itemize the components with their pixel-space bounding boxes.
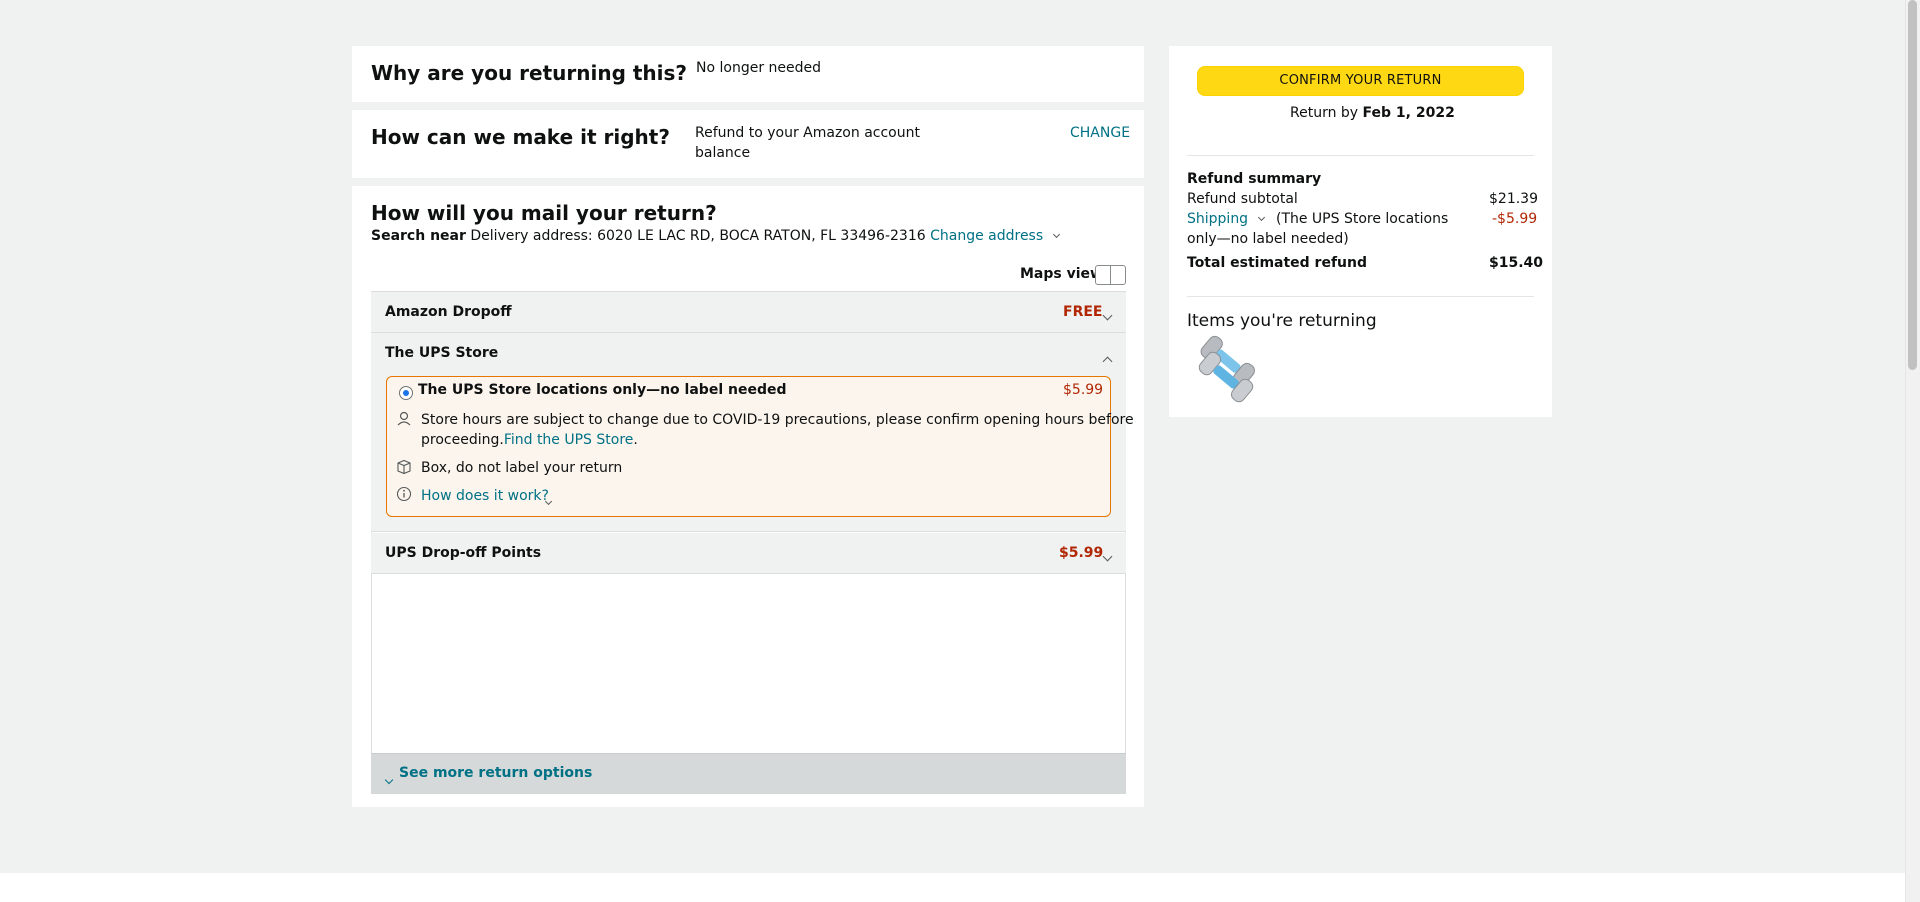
option-amazon-dropoff[interactable]: Amazon Dropoff FREE: [371, 292, 1126, 333]
search-near-label: Search near: [371, 228, 466, 244]
shipping-link[interactable]: Shipping: [1187, 211, 1248, 227]
person-pin-icon: [397, 411, 411, 426]
how-does-it-work-link[interactable]: How does it work?: [421, 488, 549, 504]
box-icon: [397, 459, 411, 475]
return-by-row: Return by Feb 1, 2022: [1290, 105, 1455, 121]
chevron-down-icon: [384, 768, 394, 787]
delivery-address: Delivery address: 6020 LE LAC RD, BOCA R…: [470, 228, 926, 244]
resolution-card: How can we make it right? Refund to your…: [352, 110, 1144, 178]
change-address-link[interactable]: Change address: [930, 228, 1043, 244]
ups-dropoff-label: UPS Drop-off Points: [385, 545, 542, 561]
box-note: Box, do not label your return: [421, 460, 623, 476]
chevron-down-icon[interactable]: [1102, 304, 1113, 323]
confirm-return-button[interactable]: CONFIRM YOUR RETURN: [1197, 66, 1524, 96]
amazon-dropoff-price: FREE: [1063, 304, 1103, 320]
chevron-down-icon[interactable]: [1257, 208, 1265, 224]
option-ups-dropoff[interactable]: UPS Drop-off Points $5.99: [371, 533, 1126, 574]
refund-subtotal-value: $21.39: [1489, 191, 1538, 207]
amazon-dropoff-label: Amazon Dropoff: [385, 304, 512, 320]
search-near-row: Search near Delivery address: 6020 LE LA…: [371, 225, 1060, 244]
ups-dropoff-price: $5.99: [1059, 545, 1104, 561]
chevron-down-icon[interactable]: [1102, 545, 1113, 564]
resolution-value-line1: Refund to your Amazon account: [695, 125, 920, 141]
scrollbar-thumb[interactable]: [1908, 0, 1917, 370]
chevron-down-icon[interactable]: [544, 489, 553, 508]
return-by-label: Return by: [1290, 105, 1359, 121]
chevron-up-icon[interactable]: [1102, 350, 1113, 369]
maps-view-toggle[interactable]: [1095, 265, 1126, 285]
refund-subtotal-label: Refund subtotal: [1187, 191, 1298, 207]
resolution-value-line2: balance: [695, 145, 751, 161]
reason-heading: Why are you returning this?: [371, 61, 688, 85]
see-more-label[interactable]: See more return options: [399, 765, 592, 781]
selected-option-label: The UPS Store locations only—no label ne…: [418, 382, 787, 398]
footer-band: [0, 873, 1905, 902]
shipping-note-line2: only—no label needed): [1187, 231, 1349, 247]
resolution-heading: How can we make it right?: [371, 125, 670, 149]
reason-value: No longer needed: [696, 60, 822, 76]
hours-note-line1: Store hours are subject to change due to…: [421, 412, 1134, 428]
chevron-down-icon: [1052, 225, 1060, 241]
return-by-date: Feb 1, 2022: [1362, 105, 1455, 121]
shipping-row: Shipping (The UPS Store locations: [1187, 211, 1448, 227]
maps-view-label: Maps view: [1020, 266, 1103, 282]
reason-card: Why are you returning this? No longer ne…: [352, 46, 1144, 102]
refund-summary-heading: Refund summary: [1187, 171, 1322, 187]
sidebar-divider: [1187, 155, 1534, 156]
info-icon: [396, 486, 412, 502]
total-refund-value: $15.40: [1489, 255, 1544, 271]
items-heading: Items you're returning: [1187, 311, 1377, 331]
selected-option-box[interactable]: The UPS Store locations only—no label ne…: [386, 376, 1134, 517]
shipping-note-line1: (The UPS Store locations: [1275, 211, 1449, 227]
total-refund-label: Total estimated refund: [1187, 255, 1368, 271]
option-ups-store[interactable]: The UPS Store: [371, 333, 1126, 374]
mail-heading: How will you mail your return?: [371, 201, 717, 225]
shipping-value: -$5.99: [1492, 211, 1538, 227]
find-ups-store-link[interactable]: Find the UPS Store: [504, 432, 634, 448]
dumbbells-image: [1198, 335, 1255, 403]
see-more-options[interactable]: See more return options: [371, 753, 1126, 794]
change-resolution-link[interactable]: CHANGE: [1070, 125, 1130, 141]
option-radio[interactable]: [399, 386, 413, 400]
scrollbar[interactable]: [1905, 0, 1920, 902]
sidebar-divider: [1187, 296, 1534, 297]
ups-store-label: The UPS Store: [385, 345, 499, 361]
selected-option-price: $5.99: [1063, 382, 1104, 398]
hours-note-line2: proceeding.Find the UPS Store.: [421, 432, 638, 448]
